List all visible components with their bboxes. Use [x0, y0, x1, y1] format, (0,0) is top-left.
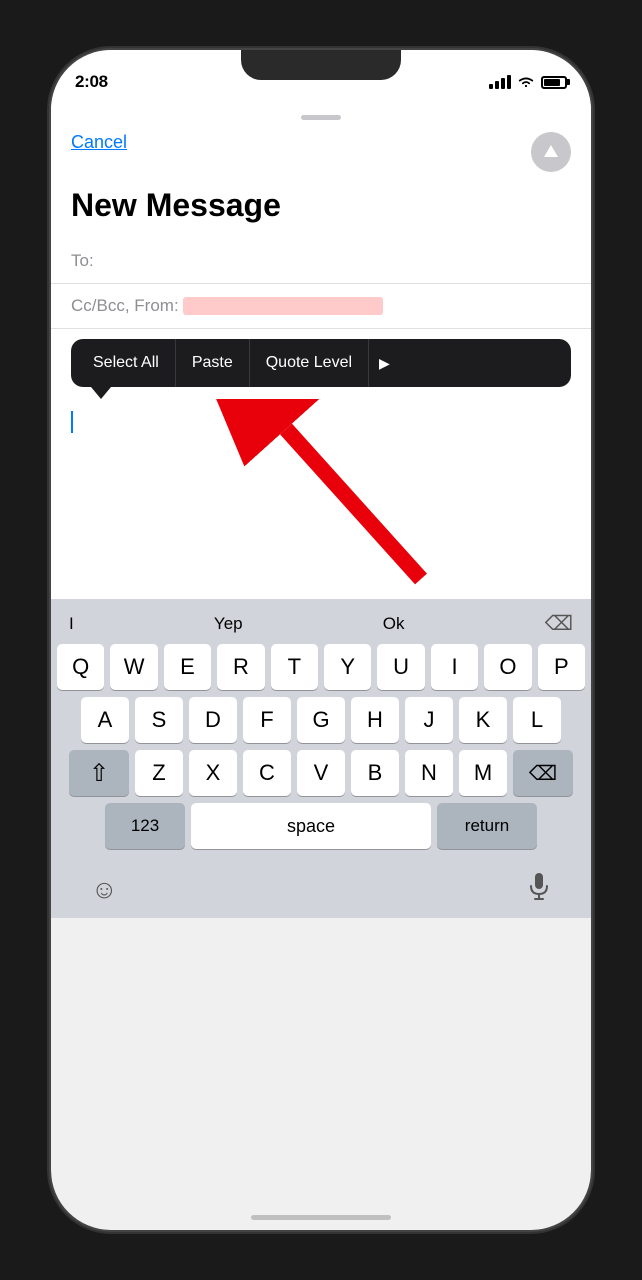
signal-bar-4: [507, 75, 511, 89]
quicktype-word-1[interactable]: I: [69, 614, 74, 634]
compose-title: New Message: [51, 182, 591, 239]
key-row-4: 123 space return: [57, 803, 585, 849]
key-row-1: Q W E R T Y U I O P: [57, 644, 585, 690]
battery-fill: [544, 79, 560, 86]
key-w[interactable]: W: [110, 644, 157, 690]
key-t[interactable]: T: [271, 644, 318, 690]
key-u[interactable]: U: [377, 644, 424, 690]
backspace-key[interactable]: ⌫: [513, 750, 573, 796]
key-c[interactable]: C: [243, 750, 291, 796]
key-g[interactable]: G: [297, 697, 345, 743]
emoji-button[interactable]: ☺: [91, 874, 118, 905]
sheet-handle-area: [51, 102, 591, 132]
more-menu-arrow-icon[interactable]: ▶: [369, 355, 400, 372]
key-j[interactable]: J: [405, 697, 453, 743]
phone-screen: 2:08: [51, 50, 591, 1230]
compose-body[interactable]: [51, 399, 591, 599]
wifi-icon: [517, 75, 535, 89]
status-icons: [489, 75, 567, 89]
mic-button[interactable]: [527, 872, 551, 906]
key-row-2: A S D F G H J K L: [57, 697, 585, 743]
text-cursor: [71, 411, 73, 433]
home-indicator: [251, 1215, 391, 1220]
select-all-menu-item[interactable]: Select All: [77, 339, 176, 387]
return-key[interactable]: return: [437, 803, 537, 849]
space-key[interactable]: space: [191, 803, 431, 849]
signal-bar-3: [501, 78, 505, 89]
shift-key[interactable]: ⇧: [69, 750, 129, 796]
quicktype-backspace-icon[interactable]: ⌫: [545, 611, 573, 636]
cc-field-row[interactable]: Cc/Bcc, From:: [51, 284, 591, 329]
key-r[interactable]: R: [217, 644, 264, 690]
key-h[interactable]: H: [351, 697, 399, 743]
key-x[interactable]: X: [189, 750, 237, 796]
status-time: 2:08: [75, 72, 108, 92]
key-s[interactable]: S: [135, 697, 183, 743]
notch: [241, 50, 401, 80]
context-menu-container: Select All Paste Quote Level ▶: [51, 329, 591, 399]
key-l[interactable]: L: [513, 697, 561, 743]
phone-shell: 2:08: [51, 50, 591, 1230]
key-z[interactable]: Z: [135, 750, 183, 796]
quicktype-row: I Yep Ok ⌫: [57, 607, 585, 644]
quicktype-word-2[interactable]: Yep: [214, 614, 243, 634]
key-p[interactable]: P: [538, 644, 585, 690]
mail-header: Cancel: [51, 132, 591, 182]
key-y[interactable]: Y: [324, 644, 371, 690]
key-e[interactable]: E: [164, 644, 211, 690]
key-q[interactable]: Q: [57, 644, 104, 690]
quote-level-menu-item[interactable]: Quote Level: [250, 339, 369, 387]
to-field-row[interactable]: To:: [51, 239, 591, 284]
battery-icon: [541, 76, 567, 89]
annotation-arrow: [51, 399, 591, 599]
mail-app: Cancel New Message To: Cc/Bcc, From: S: [51, 102, 591, 599]
context-menu-pointer: [91, 387, 111, 399]
signal-icon: [489, 75, 511, 89]
key-o[interactable]: O: [484, 644, 531, 690]
status-bar: 2:08: [51, 50, 591, 102]
paste-menu-item[interactable]: Paste: [176, 339, 250, 387]
key-k[interactable]: K: [459, 697, 507, 743]
key-row-3: ⇧ Z X C V B N M ⌫: [57, 750, 585, 796]
key-v[interactable]: V: [297, 750, 345, 796]
cancel-button[interactable]: Cancel: [71, 132, 127, 153]
bottom-bar: ☺: [51, 860, 591, 918]
signal-bar-1: [489, 84, 493, 89]
key-d[interactable]: D: [189, 697, 237, 743]
numbers-key[interactable]: 123: [105, 803, 185, 849]
key-f[interactable]: F: [243, 697, 291, 743]
context-menu: Select All Paste Quote Level ▶: [71, 339, 571, 387]
from-address-redacted: [183, 297, 383, 315]
signal-bar-2: [495, 81, 499, 89]
quicktype-word-3[interactable]: Ok: [383, 614, 405, 634]
send-arrow-icon: [544, 145, 558, 157]
key-n[interactable]: N: [405, 750, 453, 796]
send-button[interactable]: [531, 132, 571, 172]
keyboard[interactable]: I Yep Ok ⌫ Q W E R T Y U I O P A S: [51, 599, 591, 860]
key-b[interactable]: B: [351, 750, 399, 796]
sheet-handle: [301, 115, 341, 120]
key-m[interactable]: M: [459, 750, 507, 796]
cc-label: Cc/Bcc, From:: [71, 296, 179, 316]
key-a[interactable]: A: [81, 697, 129, 743]
to-label: To:: [71, 251, 94, 271]
key-i[interactable]: I: [431, 644, 478, 690]
